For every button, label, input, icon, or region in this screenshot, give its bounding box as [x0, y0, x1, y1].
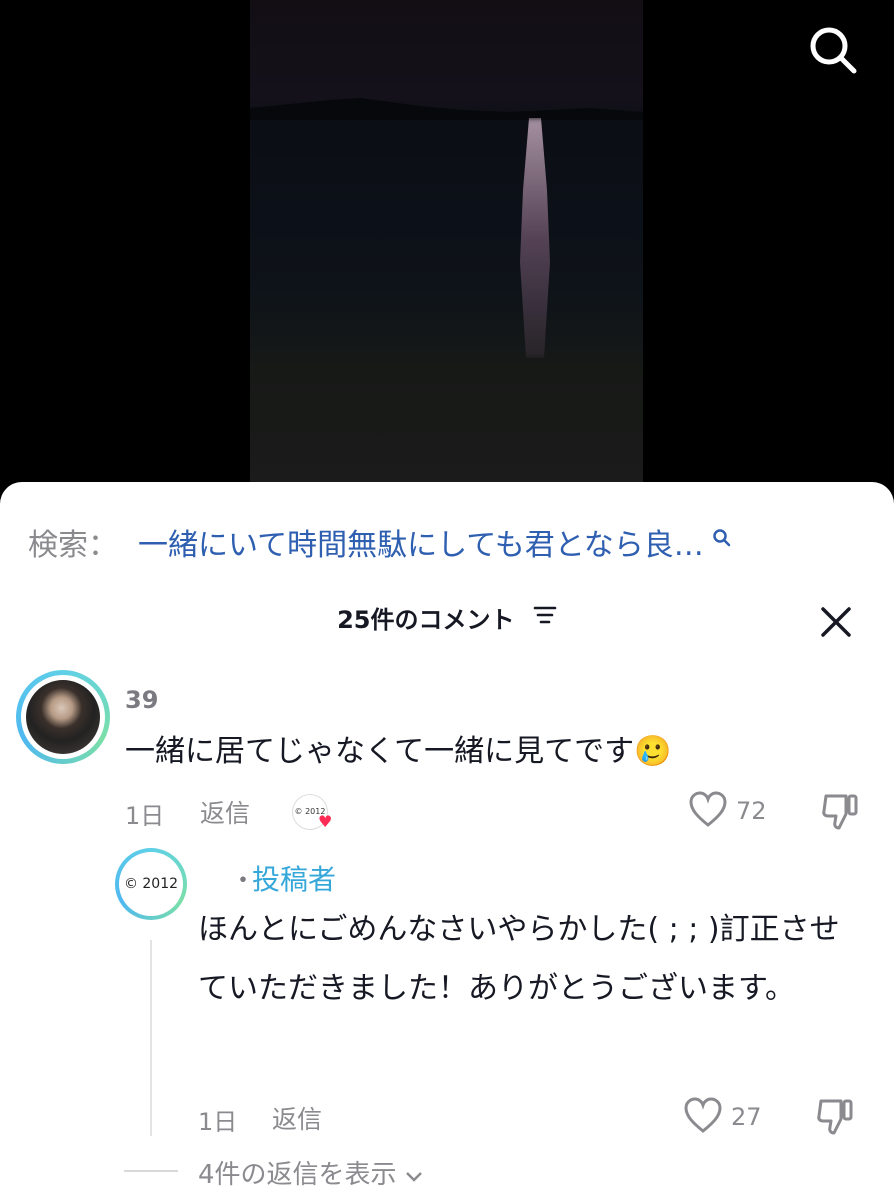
heart-icon: ♥ — [318, 812, 333, 831]
related-search-link[interactable]: 検索： 一緒にいて時間無駄にしても君となら良… — [28, 520, 868, 564]
comments-header: 25件のコメント — [0, 600, 894, 640]
search-query[interactable]: 一緒にいて時間無駄にしても君となら良… — [138, 520, 704, 564]
comments-count-title: 25件のコメント — [337, 606, 515, 634]
filter-icon[interactable] — [533, 604, 557, 632]
comment-age: 1日 — [125, 802, 165, 830]
divider — [124, 1170, 178, 1172]
reply-button[interactable]: 返信 — [200, 794, 250, 830]
like-count: 27 — [731, 1103, 762, 1131]
avatar-photo — [26, 680, 100, 754]
thread-line — [150, 940, 152, 1136]
landscape-silhouette — [250, 98, 643, 120]
search-icon[interactable] — [712, 521, 732, 556]
thumbs-down-icon[interactable] — [815, 1097, 855, 1141]
view-replies-button[interactable]: 4件の返信を表示 — [198, 1154, 423, 1191]
heart-outline-icon[interactable] — [683, 1096, 723, 1138]
comments-sheet: 検索： 一緒にいて時間無駄にしても君となら良… 25件のコメント — [0, 482, 894, 1199]
reply-text: ほんとにごめんなさいやらかした( ; ; )訂正させていただきました！ありがとう… — [198, 912, 840, 1006]
avatar-text: © 2012 — [119, 852, 183, 916]
reply-age: 1日 — [198, 1108, 238, 1136]
close-icon[interactable] — [818, 604, 854, 640]
video-player[interactable] — [0, 0, 894, 500]
like-count: 72 — [736, 797, 767, 825]
creator-tag: 投稿者 — [252, 863, 337, 896]
video-frame[interactable] — [250, 0, 643, 490]
view-replies-label: 4件の返信を表示 — [198, 1160, 397, 1190]
creator-avatar[interactable]: © 2012 — [115, 848, 187, 920]
heart-outline-icon[interactable] — [688, 790, 728, 832]
comment-text: 一緒に居てじゃなくて一緒に見てです🥲 — [125, 734, 672, 769]
thumbs-down-icon[interactable] — [820, 792, 860, 836]
search-label: 検索： — [28, 528, 118, 563]
comment-username[interactable]: 39 — [125, 686, 158, 714]
search-icon[interactable] — [806, 24, 858, 76]
reply-button[interactable]: 返信 — [272, 1100, 322, 1136]
chevron-down-icon — [405, 1160, 423, 1190]
avatar[interactable] — [16, 670, 110, 764]
